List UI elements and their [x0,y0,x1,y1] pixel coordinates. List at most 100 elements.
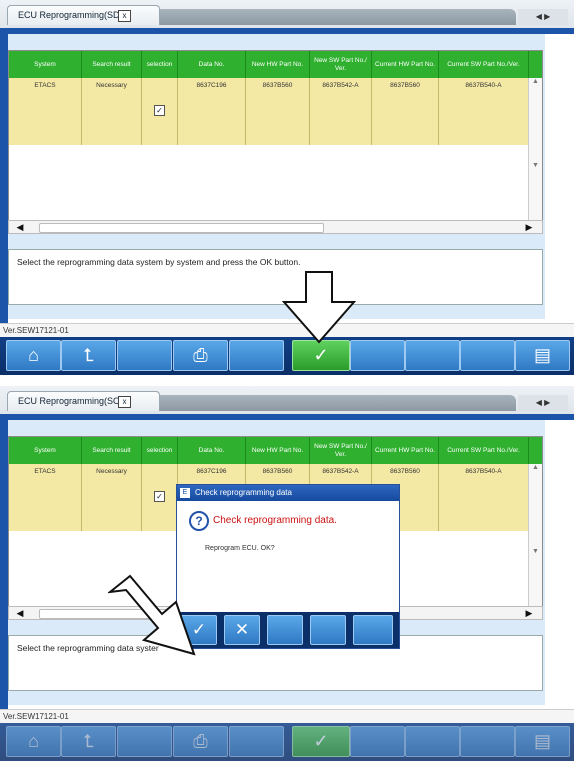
header-new-hw: New HW Part No. [246,437,310,464]
home-icon: ⌂ [28,345,39,365]
dialog-heading: Check reprogramming data. [213,515,337,526]
left-border [0,28,8,323]
toolbar-button-9[interactable] [460,340,515,371]
toolbar-button-3[interactable] [117,726,172,757]
header-data-no: Data No. [178,51,246,78]
header-current-sw: Current SW Part No./Ver. [439,51,529,78]
left-border [0,414,8,709]
question-icon: ? [189,511,209,531]
dialog-button-4[interactable] [310,615,346,645]
cell-system: ETACS [9,464,82,531]
dialog-cancel-button[interactable]: ✕ [224,615,260,645]
tab-ecu-reprogramming[interactable]: ECU Reprogramming(SOB) x [7,391,160,411]
selection-checkbox[interactable]: ✓ [154,105,165,116]
header-new-sw: New SW Part No./ Ver. [310,437,372,464]
cell-current-sw: 8637B540-A [439,464,529,531]
dialog-title: Check reprogramming data [195,488,292,497]
cell-search-result: Necessary [82,78,142,145]
pointer-arrow-down [282,271,357,344]
scroll-right-icon[interactable]: ▶ [522,221,536,233]
return-arrow-icon: ⮤ [83,345,94,365]
scroll-left-icon[interactable]: ◀ [13,221,27,233]
scroll-right-icon[interactable]: ▶ [522,607,536,619]
tab-close-icon[interactable]: x [118,396,131,408]
tab-nav-arrows[interactable]: ◀ ▶ [518,9,568,25]
tab-bar: ECU Reprogramming(SOB) x ◀ ▶ [0,386,574,414]
table-header: System Search result selection Data No. … [9,51,542,78]
version-label: Ver.SEW17121-01 [0,709,574,723]
toolbar-button-8[interactable] [405,340,460,371]
header-data-no: Data No. [178,437,246,464]
dialog-title-bar: E Check reprogramming data [177,485,399,501]
header-current-sw: Current SW Part No./Ver. [439,437,529,464]
checkmark-icon: ✓ [313,345,329,365]
selection-checkbox[interactable]: ✓ [154,491,165,502]
header-current-hw: Current HW Part No. [372,51,439,78]
confirm-dialog: E Check reprogramming data ? Check repro… [176,484,400,649]
ok-button[interactable]: ✓ [292,726,350,757]
print-button[interactable]: ⎙ [173,726,228,757]
list-icon: ▤ [533,345,551,365]
ecu-table: System Search result selection Data No. … [8,50,543,228]
cell-data-no: 8637C196 [178,78,246,145]
tab-strip-fill [160,395,516,411]
header-selection: selection [142,51,178,78]
tab-bar: ECU Reprogramming(SDB) x ◀ ▶ [0,0,574,28]
home-button[interactable]: ⌂ [6,726,61,757]
instruction-message: Select the reprogramming data system by … [8,249,543,305]
table-header: System Search result selection Data No. … [9,437,542,464]
dialog-button-bar: ✓ ✕ [177,612,399,648]
list-icon: ▤ [533,731,551,751]
tab-strip-fill [160,9,516,25]
printer-icon: ⎙ [193,731,208,751]
cell-new-sw: 8637B542-A [310,78,372,145]
scroll-thumb[interactable] [39,223,324,233]
dialog-button-5[interactable] [353,615,393,645]
toolbar-button-9[interactable] [460,726,515,757]
header-new-hw: New HW Part No. [246,51,310,78]
return-arrow-icon: ⮤ [83,731,94,751]
header-search-result: Search result [82,437,142,464]
cell-system: ETACS [9,78,82,145]
toolbar-button-5[interactable] [229,726,284,757]
list-button[interactable]: ▤ [515,726,570,757]
toolbar-button-5[interactable] [229,340,284,371]
toolbar-button-8[interactable] [405,726,460,757]
horizontal-scrollbar[interactable]: ◀ ▶ [8,220,543,234]
header-search-result: Search result [82,51,142,78]
header-system: System [9,437,82,464]
tab-ecu-reprogramming[interactable]: ECU Reprogramming(SDB) x [7,5,160,25]
toolbar-button-3[interactable] [117,340,172,371]
tab-nav-arrows[interactable]: ◀ ▶ [518,395,568,411]
toolbar-button-7[interactable] [350,726,405,757]
bottom-toolbar: ⌂ ⮤ ⎙ ✓ ▤ [0,723,574,761]
cell-new-hw: 8637B560 [246,78,310,145]
scroll-left-icon[interactable]: ◀ [13,607,27,619]
header-current-hw: Current HW Part No. [372,437,439,464]
toolbar-button-7[interactable] [350,340,405,371]
dialog-message: Reprogram ECU. OK? [205,545,275,552]
cell-selection: ✓ [142,464,178,531]
home-icon: ⌂ [28,731,39,751]
vertical-scrollbar[interactable]: ▲ ▼ [528,464,542,614]
screen-select-reprogramming: ECU Reprogramming(SDB) x ◀ ▶ System Sear… [0,0,574,375]
cell-search-result: Necessary [82,464,142,531]
table-row[interactable]: ETACS Necessary ✓ 8637C196 8637B560 8637… [9,78,542,145]
tab-label: ECU Reprogramming(SOB) [18,396,130,406]
list-button[interactable]: ▤ [515,340,570,371]
cell-selection: ✓ [142,78,178,145]
print-button[interactable]: ⎙ [173,340,228,371]
vertical-scrollbar[interactable]: ▲ ▼ [528,78,542,228]
checkmark-icon: ✓ [313,731,329,751]
header-selection: selection [142,437,178,464]
home-button[interactable]: ⌂ [6,340,61,371]
screen-confirm-reprogramming: ECU Reprogramming(SOB) x ◀ ▶ System Sear… [0,386,574,761]
back-button[interactable]: ⮤ [61,726,116,757]
app-icon: E [180,488,190,498]
printer-icon: ⎙ [193,345,208,365]
close-icon: ✕ [234,620,250,639]
tab-label: ECU Reprogramming(SDB) [18,10,129,20]
back-button[interactable]: ⮤ [61,340,116,371]
tab-close-icon[interactable]: x [118,10,131,22]
dialog-button-3[interactable] [267,615,303,645]
